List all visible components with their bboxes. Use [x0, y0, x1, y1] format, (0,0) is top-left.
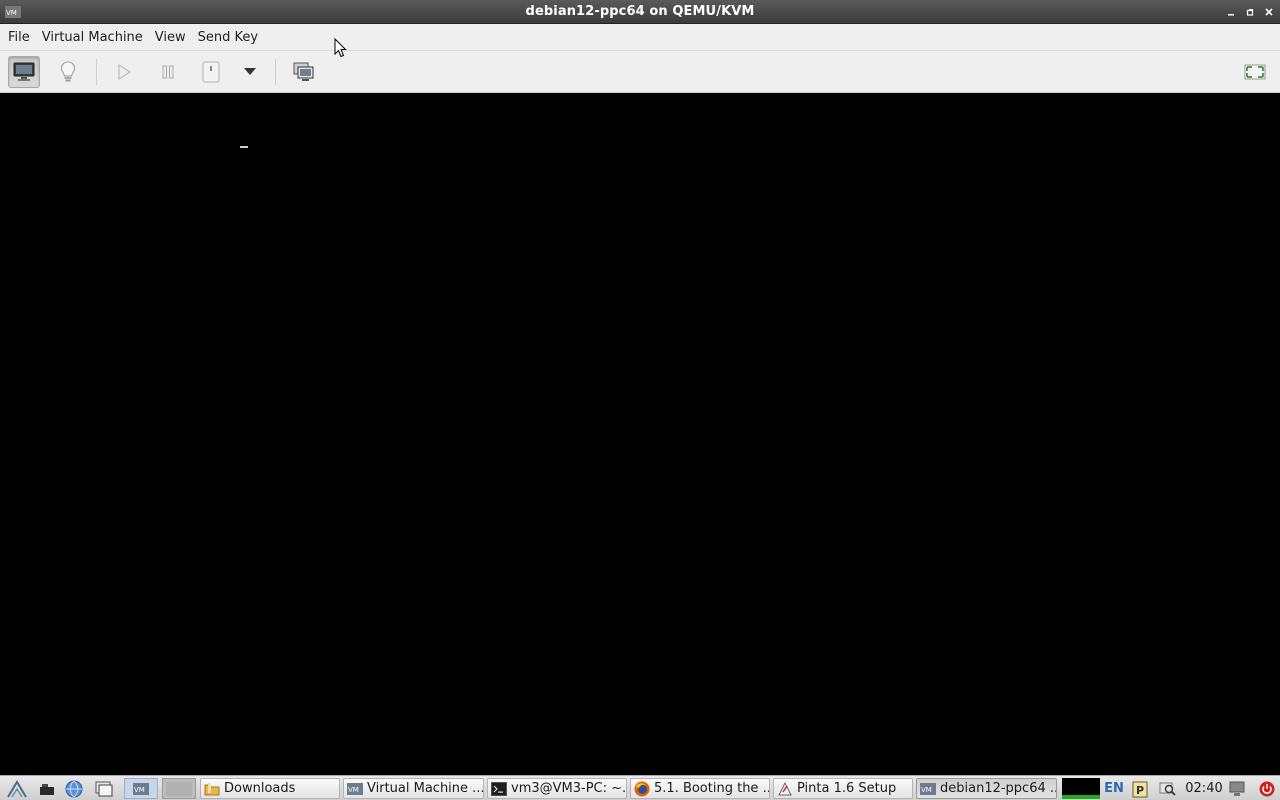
window-titlebar[interactable]: VM debian12-ppc64 on QEMU/KVM — [0, 0, 1280, 24]
console-text-cursor — [240, 146, 248, 148]
menu-virtual-machine[interactable]: Virtual Machine — [36, 24, 149, 51]
lock-screen-button[interactable] — [1228, 778, 1246, 799]
vm-console-display[interactable] — [0, 93, 1280, 775]
virt-manager-icon: VM — [5, 6, 21, 18]
firefox-icon — [634, 781, 650, 797]
globe-icon — [65, 780, 83, 797]
cpu-monitor[interactable] — [1062, 778, 1100, 799]
task-label: 5.1. Booting the ... — [654, 781, 770, 796]
shutdown-menu-button[interactable] — [234, 56, 266, 88]
pause-icon — [162, 65, 174, 79]
run-icon — [118, 64, 131, 80]
virt-manager-icon: VM — [133, 782, 149, 795]
virt-manager-icon: VM — [920, 781, 936, 797]
power-button[interactable] — [1257, 778, 1277, 799]
close-button[interactable] — [1260, 0, 1278, 24]
shutdown-menu-chevron-icon — [244, 68, 256, 75]
run-button[interactable] — [108, 56, 140, 88]
console-view-icon — [13, 62, 35, 81]
keyboard-layout-indicator[interactable]: EN — [1102, 778, 1126, 799]
svg-text:VM: VM — [134, 786, 145, 794]
toolbar-separator — [96, 59, 97, 85]
restore-icon — [1246, 9, 1254, 16]
menu-bar: File Virtual Machine View Send Key — [0, 24, 1280, 51]
details-lightbulb-icon — [60, 61, 76, 82]
search-icon — [1159, 782, 1176, 796]
menu-view[interactable]: View — [149, 24, 192, 51]
search-applet[interactable] — [1157, 778, 1179, 799]
menu-file[interactable]: File — [2, 24, 36, 51]
windows-icon — [95, 781, 113, 796]
menu-send-key[interactable]: Send Key — [192, 24, 264, 51]
pause-button[interactable] — [152, 56, 184, 88]
taskbar-task-pinta-setup[interactable]: Pinta 1.6 Setup — [773, 778, 913, 799]
task-label: Downloads — [224, 781, 296, 796]
clock[interactable]: 02:40 — [1183, 778, 1225, 799]
taskbar-task-debian12-ppc64[interactable]: VM debian12-ppc64 ... — [916, 778, 1057, 799]
pinta-icon — [777, 781, 793, 797]
start-menu-button[interactable] — [6, 778, 28, 799]
minimize-button[interactable] — [1222, 0, 1240, 24]
taskbar-task-terminal[interactable]: vm3@VM3-PC: ~... — [487, 778, 627, 799]
taskbar-task-virtual-machine-manager[interactable]: VM Virtual Machine ... — [343, 778, 484, 799]
svg-text:P: P — [1136, 784, 1144, 797]
maximize-button[interactable] — [1241, 0, 1259, 24]
task-label: vm3@VM3-PC: ~... — [511, 781, 627, 796]
snapshots-icon — [293, 62, 314, 81]
svg-text:VM: VM — [6, 9, 17, 17]
shutdown-icon — [202, 61, 220, 83]
cpu-graph-icon — [1062, 795, 1100, 799]
shutdown-button[interactable] — [195, 56, 227, 88]
lock-screen-icon — [1229, 781, 1245, 796]
fullscreen-icon — [1244, 64, 1266, 80]
window-switcher-launcher[interactable] — [93, 778, 115, 799]
lxde-logo-icon — [7, 779, 27, 798]
clipboard-applet[interactable]: P — [1130, 778, 1150, 799]
desktop-pager[interactable] — [162, 778, 196, 799]
file-manager-launcher[interactable] — [36, 778, 58, 799]
details-view-button[interactable] — [52, 56, 84, 88]
close-icon — [1265, 8, 1273, 16]
minimize-icon — [1228, 14, 1234, 16]
virt-manager-icon: VM — [347, 781, 363, 797]
pager-icon — [166, 781, 192, 796]
svg-text:VM: VM — [921, 786, 932, 794]
task-label: debian12-ppc64 ... — [940, 781, 1057, 796]
task-label: Pinta 1.6 Setup — [797, 781, 897, 796]
taskbar-task-downloads[interactable]: Downloads — [200, 778, 340, 799]
mouse-pointer-icon — [334, 38, 347, 58]
console-view-button[interactable] — [8, 56, 40, 88]
power-icon — [1259, 781, 1275, 796]
taskbar: VM Downloads VM Virtual Machine ... vm3@… — [0, 775, 1280, 800]
taskbar-task-firefox[interactable]: 5.1. Booting the ... — [630, 778, 770, 799]
clipboard-icon: P — [1132, 781, 1148, 797]
virt-manager-launcher[interactable]: VM — [124, 778, 158, 799]
toolbar-separator — [275, 59, 276, 85]
svg-text:VM: VM — [348, 786, 359, 794]
terminal-icon — [491, 781, 507, 797]
toolbar — [0, 51, 1280, 93]
file-manager-icon — [40, 783, 54, 795]
fullscreen-button[interactable] — [1239, 56, 1271, 88]
snapshots-button[interactable] — [288, 56, 320, 88]
folder-icon — [204, 781, 220, 797]
window-title: debian12-ppc64 on QEMU/KVM — [525, 4, 755, 19]
browser-launcher[interactable] — [63, 778, 85, 799]
task-label: Virtual Machine ... — [367, 781, 484, 796]
